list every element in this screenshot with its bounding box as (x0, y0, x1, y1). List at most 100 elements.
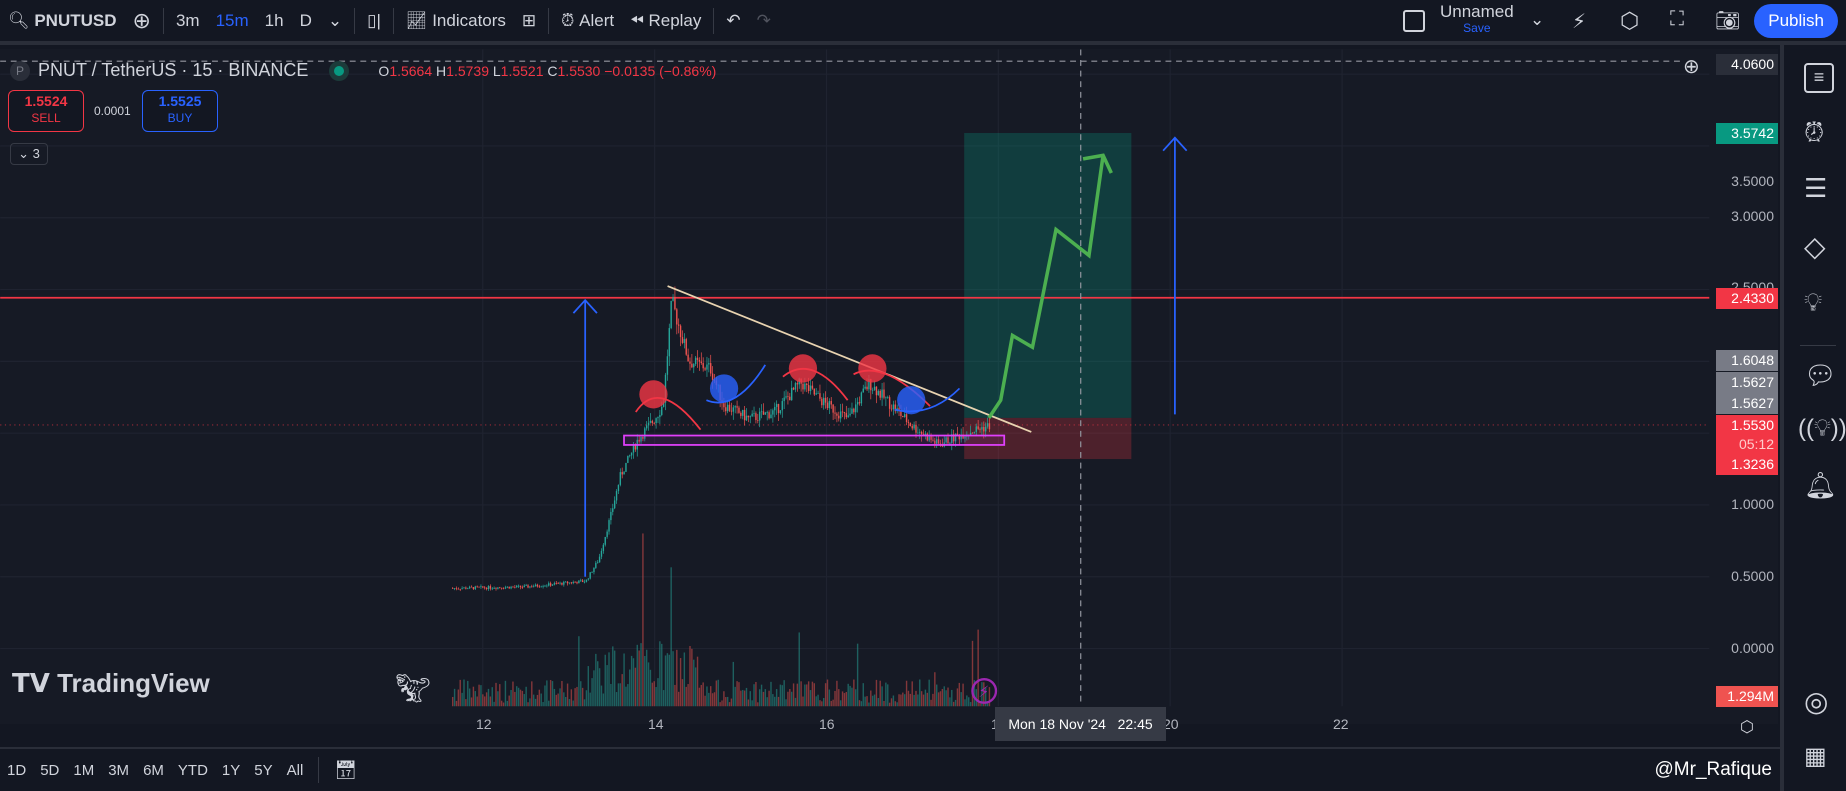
candle (781, 401, 783, 411)
measure-arrow-left[interactable] (572, 298, 598, 577)
range-ytd[interactable]: YTD (171, 762, 215, 779)
volume-bar (838, 689, 840, 707)
volume-bar (871, 695, 874, 707)
sell-button[interactable]: 1.5524 SELL (8, 90, 84, 132)
add-alert-plus-icon[interactable]: ⊕ (1683, 54, 1700, 79)
candle (700, 361, 703, 364)
candle (572, 582, 574, 584)
volume-bar (749, 691, 751, 707)
candle (523, 585, 525, 588)
go-to-date-calendar-icon[interactable]: 📅︎ (327, 760, 364, 781)
candle (834, 412, 836, 414)
candle (777, 403, 780, 414)
candle (457, 588, 460, 590)
candle (657, 417, 659, 419)
range-3m[interactable]: 3M (101, 762, 136, 779)
candle (563, 581, 565, 585)
candle (617, 484, 620, 492)
candle (783, 397, 785, 402)
range-1d[interactable]: 1D (0, 762, 33, 779)
range-1y[interactable]: 1Y (215, 762, 247, 779)
streams-icon[interactable]: ((💡︎)) (1798, 415, 1846, 445)
volume-bar (474, 691, 477, 707)
volume-bar (568, 699, 571, 707)
candle (595, 562, 597, 568)
volume-bar (610, 683, 612, 707)
alarm-clock-icon[interactable]: ⏰︎ (1804, 117, 1834, 147)
candle (568, 582, 571, 584)
measure-arrow-right[interactable] (1162, 136, 1188, 415)
volume-bar (813, 683, 816, 707)
range-6m[interactable]: 6M (136, 762, 171, 779)
volume-bar (655, 687, 657, 707)
ideas-bulb-icon[interactable]: 💡︎ (1804, 287, 1834, 317)
volume-bar (758, 689, 761, 707)
range-5y[interactable]: 5Y (247, 762, 279, 779)
volume-bar (542, 702, 544, 707)
volume-bar (497, 691, 499, 707)
candle (606, 531, 608, 537)
volume-bar (698, 687, 701, 707)
price-axis[interactable]: 3.5000 3.0000 2.5000 1.0000 0.5000 0.000… (1709, 49, 1778, 774)
range-5d[interactable]: 5D (33, 762, 66, 779)
candle (661, 406, 663, 415)
volume-bar (508, 695, 510, 707)
candle (764, 412, 767, 415)
volume-bar (653, 681, 655, 707)
candle (866, 386, 868, 390)
indicators-collapse-button[interactable]: ⌄ 3 (10, 143, 48, 165)
candle (525, 585, 527, 587)
volume-bar (807, 681, 810, 707)
candle (532, 586, 535, 588)
watchlist-icon[interactable]: ≡ (1804, 63, 1834, 93)
symbol-title[interactable]: PNUT / TetherUS · 15 · BINANCE (38, 60, 308, 81)
volume-bar (561, 681, 563, 707)
volume-bar (581, 687, 584, 707)
dom-target-icon[interactable]: ◎ (1804, 685, 1834, 717)
volume-bar (493, 701, 495, 707)
chat-icon[interactable]: 💬︎ (1804, 360, 1837, 390)
candle (849, 413, 851, 416)
candle (482, 586, 484, 588)
candle (902, 415, 904, 418)
candle (516, 585, 518, 588)
buy-button[interactable]: 1.5525 BUY (142, 90, 218, 132)
candle (698, 360, 701, 362)
layers-icon[interactable]: ◇ (1804, 230, 1834, 262)
candle (843, 412, 846, 414)
candle (476, 586, 478, 588)
candle (467, 588, 469, 590)
volume-bar (534, 698, 537, 707)
calendar-icon[interactable]: ▦ (1804, 742, 1834, 772)
candle (770, 414, 772, 419)
volume-bar (745, 687, 748, 707)
notifications-bell-icon[interactable]: 🔔︎ (1804, 470, 1837, 500)
volume-bar (858, 700, 861, 707)
candle (668, 328, 670, 357)
candle (497, 587, 499, 589)
watermark: @Mr_Rafique (1654, 759, 1773, 780)
volume-label: 1.294M (1716, 686, 1778, 707)
range-1m[interactable]: 1M (66, 762, 101, 779)
candle (694, 357, 697, 365)
range-all[interactable]: All (280, 762, 311, 779)
volume-bar (689, 645, 691, 707)
candle (973, 431, 976, 434)
volume-bar (743, 690, 746, 707)
volume-bar (487, 688, 490, 707)
volume-bar (683, 652, 686, 707)
volume-bar (730, 698, 733, 707)
support-box[interactable] (623, 434, 1006, 446)
candle (789, 396, 791, 401)
volume-bar (540, 693, 542, 707)
volume-bar (728, 702, 731, 707)
candle (581, 580, 584, 583)
candle (608, 520, 610, 532)
volume-bar (585, 690, 588, 707)
volume-bar (855, 689, 857, 707)
add-list-icon[interactable]: ☰ (1804, 173, 1834, 203)
axis-settings-icon[interactable]: ⬡ (1740, 717, 1754, 737)
volume-bar (777, 696, 780, 707)
target-price-label: 3.5742 (1716, 123, 1778, 144)
volume-bar (457, 689, 460, 707)
